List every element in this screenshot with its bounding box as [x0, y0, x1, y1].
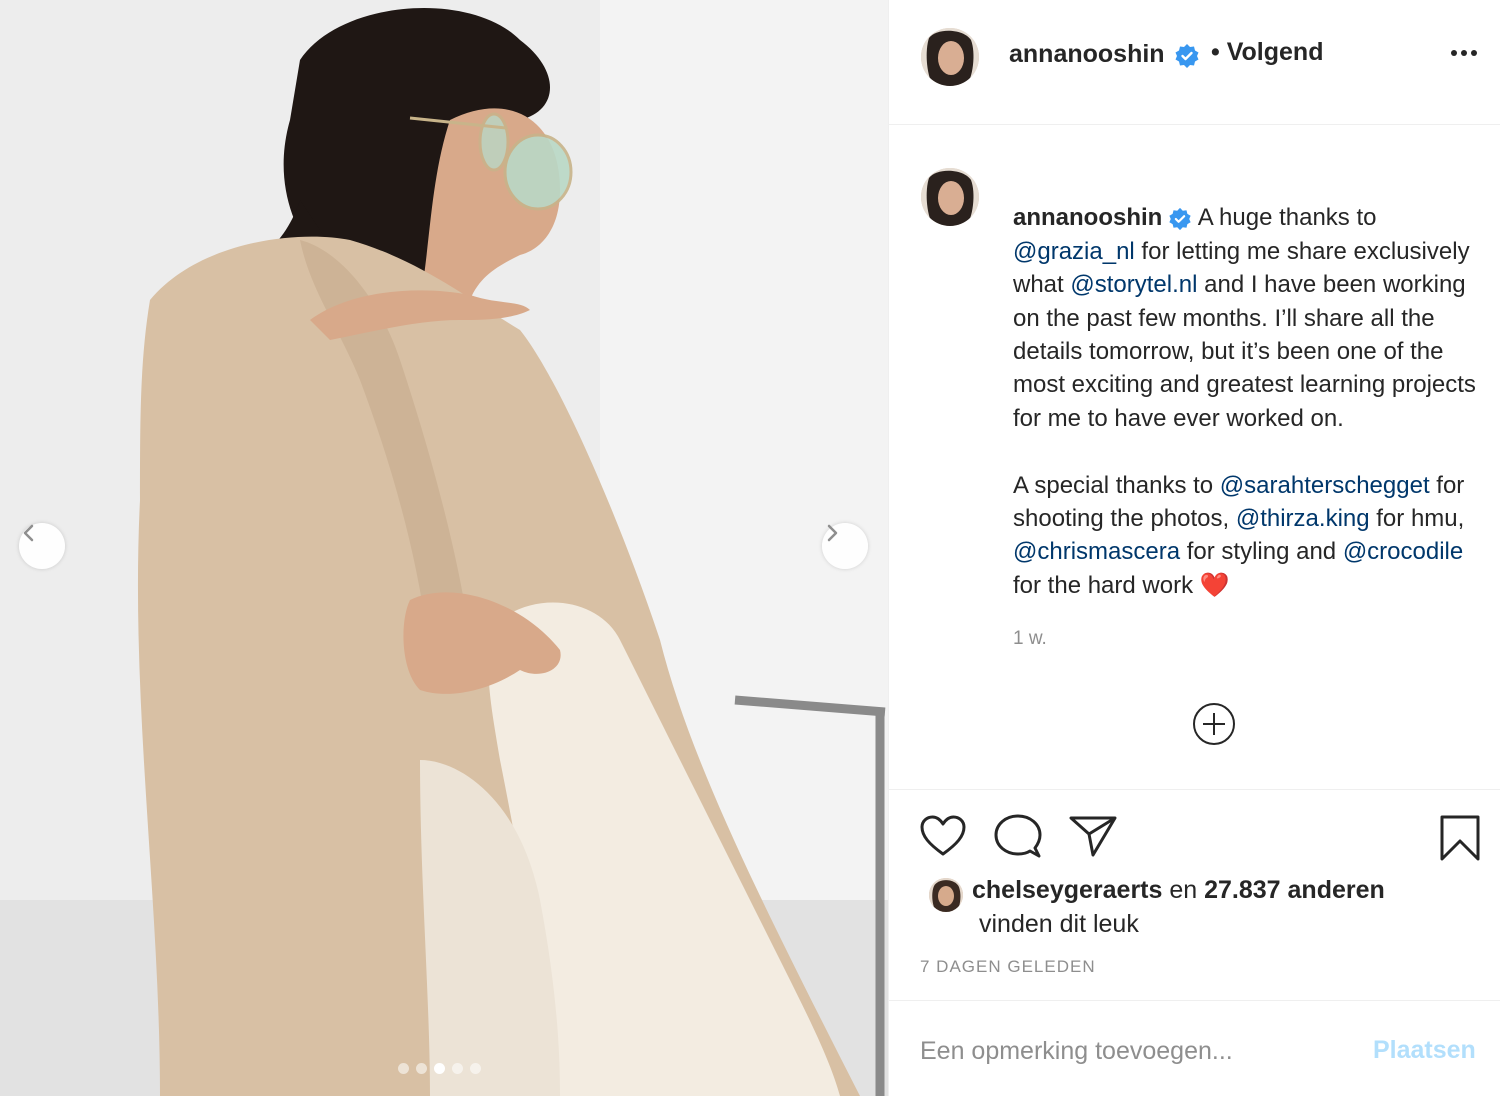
follow-status[interactable]: • Volgend [1211, 38, 1323, 67]
avatar-image [929, 878, 963, 912]
comment-icon[interactable] [994, 814, 1042, 860]
carousel-dot [398, 1063, 409, 1074]
likes-summary: chelseygeraerts en 27.837 anderen vinden… [889, 870, 1500, 950]
carousel-dot [434, 1063, 445, 1074]
chevron-left-icon [23, 524, 34, 542]
heart-icon[interactable] [919, 814, 967, 858]
liker-username[interactable]: chelseygeraerts [972, 876, 1162, 904]
author-username[interactable]: annanooshin [1009, 40, 1165, 69]
comment-bar: Plaatsen [889, 1000, 1500, 1096]
avatar-image [921, 168, 979, 226]
caption-text: annanooshin A huge thanks to @grazia_nl … [1013, 168, 1491, 602]
comment-input[interactable] [920, 1031, 1340, 1071]
caption-text-segment: A huge thanks to [1192, 204, 1377, 232]
caption-text-segment: for styling and [1180, 538, 1343, 566]
likes-connector: en [1162, 876, 1205, 904]
carousel-dot [470, 1063, 481, 1074]
caption-author-avatar[interactable] [921, 168, 979, 226]
post-time[interactable]: 1 w. [1013, 628, 1047, 650]
liker-avatar[interactable] [929, 878, 963, 912]
verified-badge-icon [1169, 207, 1191, 231]
caption-mention-link[interactable]: @grazia_nl [1013, 238, 1135, 265]
carousel-indicator [398, 1063, 481, 1074]
caption-text-segment: and I have been working on the past few … [1013, 271, 1476, 499]
likes-line: chelseygeraerts en 27.837 anderen [972, 876, 1385, 905]
likes-suffix: vinden dit leuk [979, 910, 1139, 938]
avatar-image [921, 28, 979, 86]
carousel-prev-button[interactable] [19, 523, 65, 569]
post-comment-button[interactable]: Plaatsen [1373, 1036, 1476, 1065]
author-avatar[interactable] [921, 28, 979, 86]
carousel-next-button[interactable] [822, 523, 868, 569]
caption-text-segment: for hmu, [1369, 505, 1465, 533]
follow-separator: • [1211, 38, 1220, 66]
plus-circle-icon[interactable] [1192, 702, 1236, 746]
photo-illustration [0, 0, 888, 1096]
follow-status-label: Volgend [1226, 38, 1324, 66]
caption-mention-link[interactable]: @storytel.nl [1070, 271, 1197, 298]
chevron-right-icon [827, 524, 838, 542]
carousel-dot [416, 1063, 427, 1074]
caption-username[interactable]: annanooshin [1013, 204, 1162, 231]
post-date[interactable]: 7 DAGEN GELEDEN [920, 957, 1096, 977]
post-sidebar: annanooshin • Volgend annanooshin A huge… [888, 0, 1500, 1096]
carousel-dot [452, 1063, 463, 1074]
verified-badge-icon [1175, 44, 1199, 68]
caption-mention-link[interactable]: @thirza.king [1236, 505, 1370, 532]
caption-body: A huge thanks to @grazia_nl for letting … [1013, 204, 1476, 598]
bookmark-icon[interactable] [1439, 814, 1481, 862]
caption-area: annanooshin A huge thanks to @grazia_nl … [889, 126, 1500, 790]
caption-mention-link[interactable]: @sarahterschegget [1220, 472, 1430, 499]
send-icon[interactable] [1069, 814, 1117, 858]
caption-text-segment: for the hard work ❤️ [1013, 571, 1230, 599]
post-header: annanooshin • Volgend [889, 0, 1500, 125]
post-photo[interactable] [0, 0, 888, 1096]
likes-others-count[interactable]: 27.837 anderen [1204, 876, 1385, 904]
caption-mention-link[interactable]: @chrismascera [1013, 538, 1180, 565]
more-options-icon[interactable] [1449, 48, 1479, 58]
action-bar [889, 790, 1500, 880]
caption-mention-link[interactable]: @crocodile [1343, 538, 1463, 565]
